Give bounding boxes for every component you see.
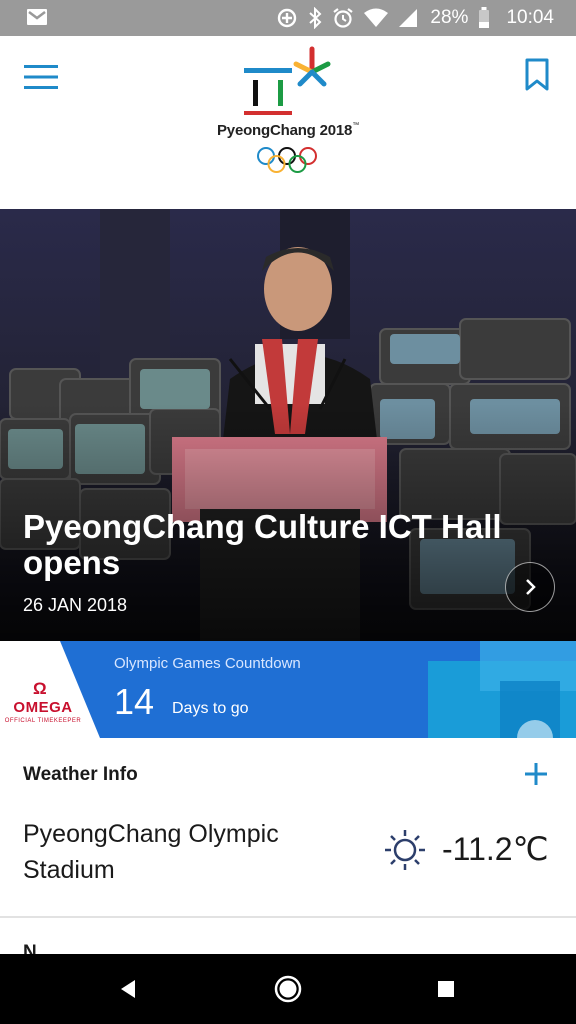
countdown-days: 14 — [114, 681, 155, 722]
omega-subtitle: OFFICIAL TIMEKEEPER — [4, 718, 82, 724]
wifi-icon — [364, 8, 389, 28]
alarm-icon — [332, 7, 354, 29]
hero-date: 26 JAN 2018 — [23, 595, 128, 615]
status-time: 10:04 — [506, 7, 554, 28]
home-button[interactable] — [272, 973, 304, 1005]
pyeongchang-logo: PyeongChang 2018™ — [216, 46, 360, 176]
weather-location: PyeongChang Olympic Stadium — [23, 820, 279, 884]
weather-temperature: -11.2℃ — [442, 831, 549, 867]
status-bar: 28% 10:04 — [0, 0, 576, 36]
system-nav-bar — [0, 954, 576, 1024]
countdown-label: Olympic Games Countdown — [114, 655, 301, 672]
battery-percentage: 28% — [430, 7, 469, 28]
battery-icon — [478, 7, 490, 29]
recents-icon — [438, 981, 454, 997]
data-saver-icon — [276, 7, 298, 29]
menu-button[interactable] — [22, 64, 60, 90]
omega-logo-icon: Ω — [33, 679, 47, 698]
back-button[interactable] — [113, 973, 145, 1005]
sun-icon — [385, 830, 425, 870]
weather-add-button[interactable] — [520, 758, 552, 790]
back-icon — [121, 980, 135, 998]
gmail-icon — [26, 8, 48, 26]
bookmark-button[interactable] — [524, 58, 550, 92]
countdown-banner[interactable]: Ω OMEGA OFFICIAL TIMEKEEPER Olympic Game… — [0, 641, 576, 738]
hero-title[interactable]: PyeongChang Culture ICT Hall opens — [23, 509, 543, 581]
menu-icon — [24, 65, 58, 89]
weather-title: Weather Info — [23, 764, 138, 785]
countdown-days-label: Days to go — [172, 700, 249, 717]
hero-carousel[interactable]: PyeongChang Culture ICT Hall opens 26 JA… — [0, 209, 576, 641]
weather-card: Weather Info PyeongChang Olympic Stadium… — [0, 738, 576, 918]
signal-icon — [398, 8, 418, 28]
plus-icon — [525, 763, 547, 785]
next-section-heading: N — [0, 918, 576, 963]
bookmark-icon — [525, 58, 549, 91]
bluetooth-icon — [308, 7, 322, 29]
olympic-rings-icon — [257, 147, 317, 173]
app-header: PyeongChang 2018™ — [0, 36, 576, 209]
logo-text: PyeongChang 2018™ — [217, 122, 359, 139]
omega-name: OMEGA — [13, 699, 73, 716]
home-icon — [274, 975, 302, 1003]
recents-button[interactable] — [430, 973, 462, 1005]
